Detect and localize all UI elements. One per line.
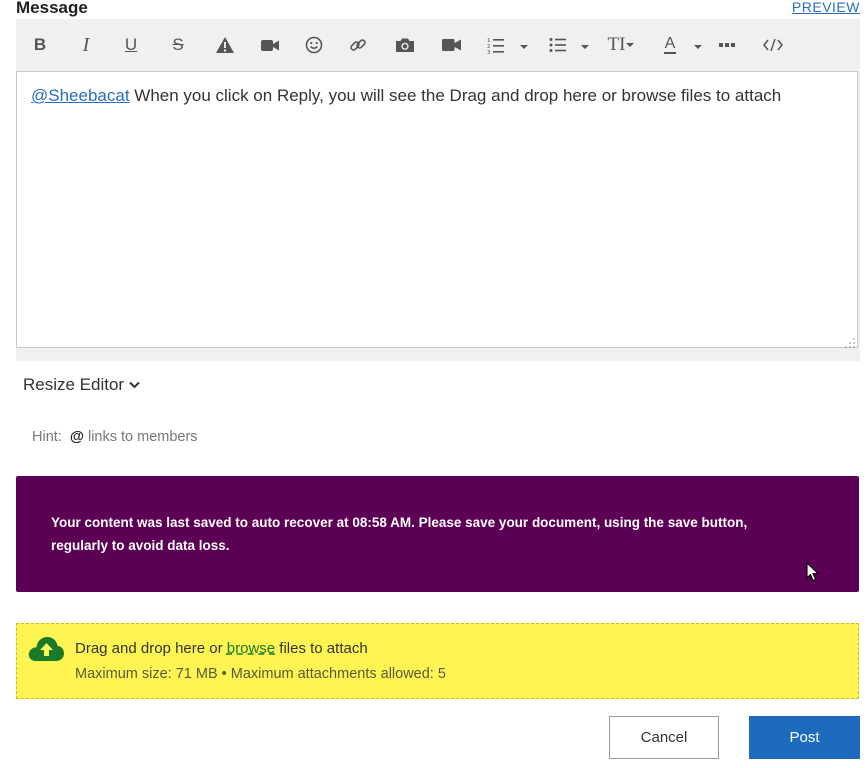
more-icon[interactable] — [717, 31, 737, 59]
ordered-list-icon[interactable]: 123 — [486, 31, 506, 59]
chevron-down-icon — [129, 381, 140, 389]
svg-text:3: 3 — [487, 50, 491, 54]
chevron-down-icon[interactable] — [581, 39, 589, 49]
hint-label: Hint: — [32, 429, 62, 445]
code-icon[interactable] — [762, 31, 784, 59]
italic-button[interactable]: I — [76, 31, 96, 59]
bold-button[interactable]: B — [30, 31, 50, 59]
chevron-down-icon[interactable] — [520, 39, 528, 49]
resize-editor-toggle[interactable]: Resize Editor — [23, 375, 140, 395]
font-color-button[interactable]: A — [660, 31, 680, 59]
preview-link[interactable]: PREVIEW — [792, 0, 860, 15]
browse-link[interactable]: browse — [227, 640, 275, 657]
member-mention[interactable]: @Sheebacat — [31, 86, 130, 105]
dropzone-limits: Maximum size: 71 MB • Maximum attachment… — [75, 666, 446, 682]
smiley-icon[interactable] — [304, 31, 324, 59]
bullet-list-icon[interactable] — [548, 31, 568, 59]
camera-icon[interactable] — [394, 31, 416, 59]
hint-row: Hint: @ links to members — [32, 429, 198, 445]
cloud-upload-icon — [27, 635, 65, 668]
link-icon[interactable] — [348, 31, 368, 59]
resize-grip-icon[interactable] — [845, 335, 855, 348]
message-header: Message PREVIEW — [16, 0, 860, 18]
editor-content[interactable]: @Sheebacat When you click on Reply, you … — [16, 71, 858, 348]
editor-toolbar: B I U S 123 TI A — [16, 19, 860, 71]
video-embed-icon[interactable] — [441, 31, 461, 59]
warning-icon[interactable] — [214, 31, 236, 59]
mouse-pointer-icon — [806, 562, 820, 587]
underline-button[interactable]: U — [121, 31, 141, 59]
autosave-message: Your content was last saved to auto reco… — [51, 515, 748, 553]
video-icon[interactable] — [260, 31, 280, 59]
at-symbol: @ — [69, 429, 84, 445]
cancel-button[interactable]: Cancel — [609, 716, 719, 759]
editor-text: @Sheebacat When you click on Reply, you … — [31, 86, 781, 106]
strikethrough-button[interactable]: S — [168, 31, 188, 59]
message-title: Message — [16, 0, 88, 17]
post-button[interactable]: Post — [749, 716, 860, 759]
file-dropzone[interactable]: Drag and drop here or browse files to at… — [16, 623, 859, 699]
resize-editor-label: Resize Editor — [23, 375, 125, 394]
dropzone-instructions: Drag and drop here or browse files to at… — [75, 640, 368, 657]
rich-text-editor: B I U S 123 TI A @Sheebacat When you cli… — [16, 19, 860, 361]
hint-text: links to members — [87, 429, 198, 445]
chevron-down-icon[interactable] — [694, 39, 702, 49]
font-size-button[interactable]: TI — [604, 31, 638, 59]
editor-body-text: When you click on Reply, you will see th… — [129, 86, 782, 105]
autosave-banner: Your content was last saved to auto reco… — [16, 476, 859, 592]
